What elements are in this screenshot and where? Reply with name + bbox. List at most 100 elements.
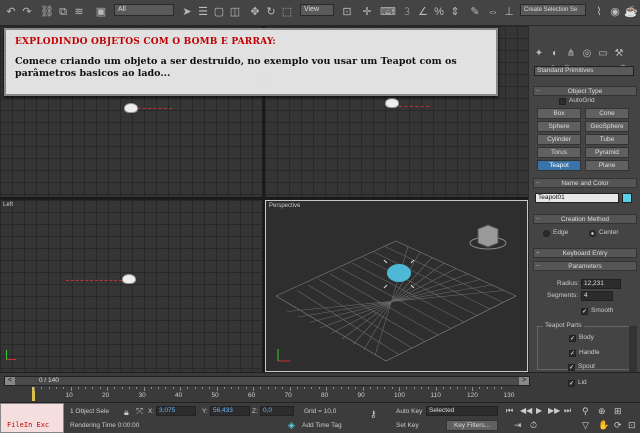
viewport-left[interactable]: Left: [0, 200, 262, 372]
redo-icon[interactable]: ↷: [20, 5, 34, 19]
select-object-icon[interactable]: ▣: [94, 5, 108, 19]
zoom-icon[interactable]: ⚲: [582, 406, 589, 417]
timeline-tick-label: 110: [430, 392, 441, 399]
primitive-teapot-button[interactable]: Teapot: [537, 160, 581, 171]
pivot-center-icon[interactable]: ⊡: [340, 5, 354, 19]
render-setup-icon[interactable]: ☕: [624, 5, 638, 19]
category-dropdown[interactable]: Standard Primitives: [534, 66, 634, 76]
scale-icon[interactable]: ⬚: [280, 5, 294, 19]
body-checkbox[interactable]: ✓: [569, 335, 576, 342]
primitive-torus-button[interactable]: Torus: [537, 147, 581, 158]
rotate-icon[interactable]: ↻: [264, 5, 278, 19]
maximize-viewport-icon[interactable]: ⊡: [628, 420, 636, 431]
goto-end-icon[interactable]: ⏭: [564, 406, 571, 416]
snap-toggle-icon[interactable]: 𝟹: [400, 5, 414, 19]
key-mode-icon[interactable]: ⚷: [370, 409, 377, 420]
curve-editor-icon[interactable]: ⌇: [592, 5, 606, 19]
primitive-cylinder-button[interactable]: Cylinder: [537, 134, 581, 145]
align-icon[interactable]: ⊥: [502, 5, 516, 19]
select-manipulate-icon[interactable]: ✛: [360, 5, 374, 19]
material-editor-icon[interactable]: ◉: [608, 5, 622, 19]
zoom-extents-icon[interactable]: ⊞: [614, 406, 622, 417]
keyboard-shortcut-icon[interactable]: ⌨: [380, 5, 396, 19]
key-mode-toggle-icon[interactable]: ⇥: [514, 420, 522, 431]
spout-checkbox[interactable]: ✓: [568, 364, 575, 371]
display-tab-icon[interactable]: ▭: [597, 48, 609, 60]
primitive-tube-button[interactable]: Tube: [585, 134, 629, 145]
autokey-selection-dropdown[interactable]: Selected: [426, 406, 498, 416]
smooth-checkbox[interactable]: ✓: [581, 308, 588, 315]
edge-radio[interactable]: [543, 230, 550, 237]
select-by-name-icon[interactable]: ☰: [196, 5, 210, 19]
move-icon[interactable]: ✥: [248, 5, 262, 19]
orbit-icon[interactable]: ⟳: [614, 420, 622, 431]
object-color-swatch[interactable]: [622, 193, 632, 203]
hierarchy-tab-icon[interactable]: ⋔: [565, 48, 577, 60]
bind-spacewarp-icon[interactable]: ≋: [72, 5, 86, 19]
unlink-icon[interactable]: ⧉: [56, 5, 70, 19]
modify-tab-icon[interactable]: ◐: [549, 48, 561, 60]
radius-field[interactable]: 12,231: [581, 279, 621, 289]
segments-field[interactable]: 4: [581, 291, 613, 301]
lid-checkbox[interactable]: ✓: [568, 380, 575, 387]
link-icon[interactable]: ⛓: [40, 5, 54, 19]
timeline-ruler[interactable]: 10 20 30 40 50 60 70 80 90 100 110 120 130: [0, 387, 530, 403]
x-coordinate-field[interactable]: 3,075: [156, 406, 196, 416]
keyboard-entry-rollout[interactable]: + Keyboard Entry: [533, 248, 637, 258]
primitive-plane-button[interactable]: Plane: [585, 160, 629, 171]
pan-icon[interactable]: ✋: [598, 420, 609, 431]
key-filters-button[interactable]: Key Filters...: [446, 420, 498, 431]
object-type-rollout[interactable]: − Object Type: [533, 86, 637, 96]
autokey-label[interactable]: Auto Key: [396, 408, 422, 415]
create-tab-icon[interactable]: ✦: [533, 48, 545, 60]
creation-method-rollout[interactable]: − Creation Method: [533, 214, 637, 224]
prev-frame-icon[interactable]: ◀◀: [520, 406, 532, 415]
zoom-all-icon[interactable]: ⊕: [598, 406, 606, 417]
viewport-perspective[interactable]: Perspective: [265, 200, 528, 372]
handle-checkbox[interactable]: ✓: [569, 350, 576, 357]
angle-snap-icon[interactable]: ∠: [416, 5, 430, 19]
edit-named-selection-icon[interactable]: ✎: [468, 5, 482, 19]
utilities-tab-icon[interactable]: ⚒: [613, 48, 625, 60]
field-of-view-icon[interactable]: ▽: [582, 420, 589, 431]
center-radio[interactable]: [589, 230, 596, 237]
lock-selection-icon[interactable]: 🔒︎: [124, 407, 129, 418]
name-color-rollout[interactable]: − Name and Color: [533, 178, 637, 188]
percent-snap-icon[interactable]: %: [432, 5, 446, 19]
goto-start-icon[interactable]: ⏮: [506, 406, 513, 416]
undo-icon[interactable]: ↶: [4, 5, 18, 19]
add-time-tag[interactable]: Add Time Tag: [302, 422, 342, 429]
primitive-box-button[interactable]: Box: [537, 108, 581, 119]
selection-filter-dropdown[interactable]: All: [114, 4, 174, 16]
time-config-icon[interactable]: ⏱: [530, 420, 537, 431]
y-coordinate-field[interactable]: 56,433: [210, 406, 250, 416]
primitive-geosphere-button[interactable]: GeoSphere: [585, 121, 629, 132]
command-panel: ✦ ◐ ⋔ ◎ ▭ ⚒ ● ◠ ✺ ▶ ◇ ≈ ⚙ Standard Primi…: [528, 26, 640, 372]
timeline-tick-label: 90: [357, 392, 365, 399]
motion-tab-icon[interactable]: ◎: [581, 48, 593, 60]
time-slider-track[interactable]: < 0 / 140 >: [4, 376, 530, 386]
time-slider-prev-icon[interactable]: <: [5, 377, 15, 385]
mirror-icon[interactable]: ⇔: [486, 5, 500, 19]
time-slider-next-icon[interactable]: >: [519, 377, 529, 385]
window-crossing-icon[interactable]: ◫: [228, 5, 242, 19]
setkey-label[interactable]: Set Key: [396, 422, 419, 429]
z-coordinate-field[interactable]: 0,0: [260, 406, 294, 416]
named-selection-dropdown[interactable]: Create Selection Se: [520, 4, 586, 16]
primitive-sphere-button[interactable]: Sphere: [537, 121, 581, 132]
object-name-field[interactable]: Teapot01: [535, 193, 619, 203]
spinner-snap-icon[interactable]: ⇕: [448, 5, 462, 19]
play-icon[interactable]: ▶: [536, 406, 542, 415]
timeline-tick-label: 50: [211, 392, 219, 399]
reference-coordinate-dropdown[interactable]: View: [300, 4, 334, 16]
panel-scrollbar[interactable]: [629, 326, 637, 372]
autogrid-checkbox[interactable]: [559, 98, 566, 105]
maxscript-listener[interactable]: FileIn Exc: [0, 403, 64, 433]
parameters-rollout[interactable]: − Parameters: [533, 261, 637, 271]
next-frame-icon[interactable]: ▶▶: [548, 406, 560, 415]
absolute-mode-icon[interactable]: ⤧: [136, 406, 143, 417]
primitive-cone-button[interactable]: Cone: [585, 108, 629, 119]
primitive-pyramid-button[interactable]: Pyramid: [585, 147, 629, 158]
rectangular-selection-icon[interactable]: ▢: [212, 5, 226, 19]
select-cursor-icon[interactable]: ➤: [180, 5, 194, 19]
